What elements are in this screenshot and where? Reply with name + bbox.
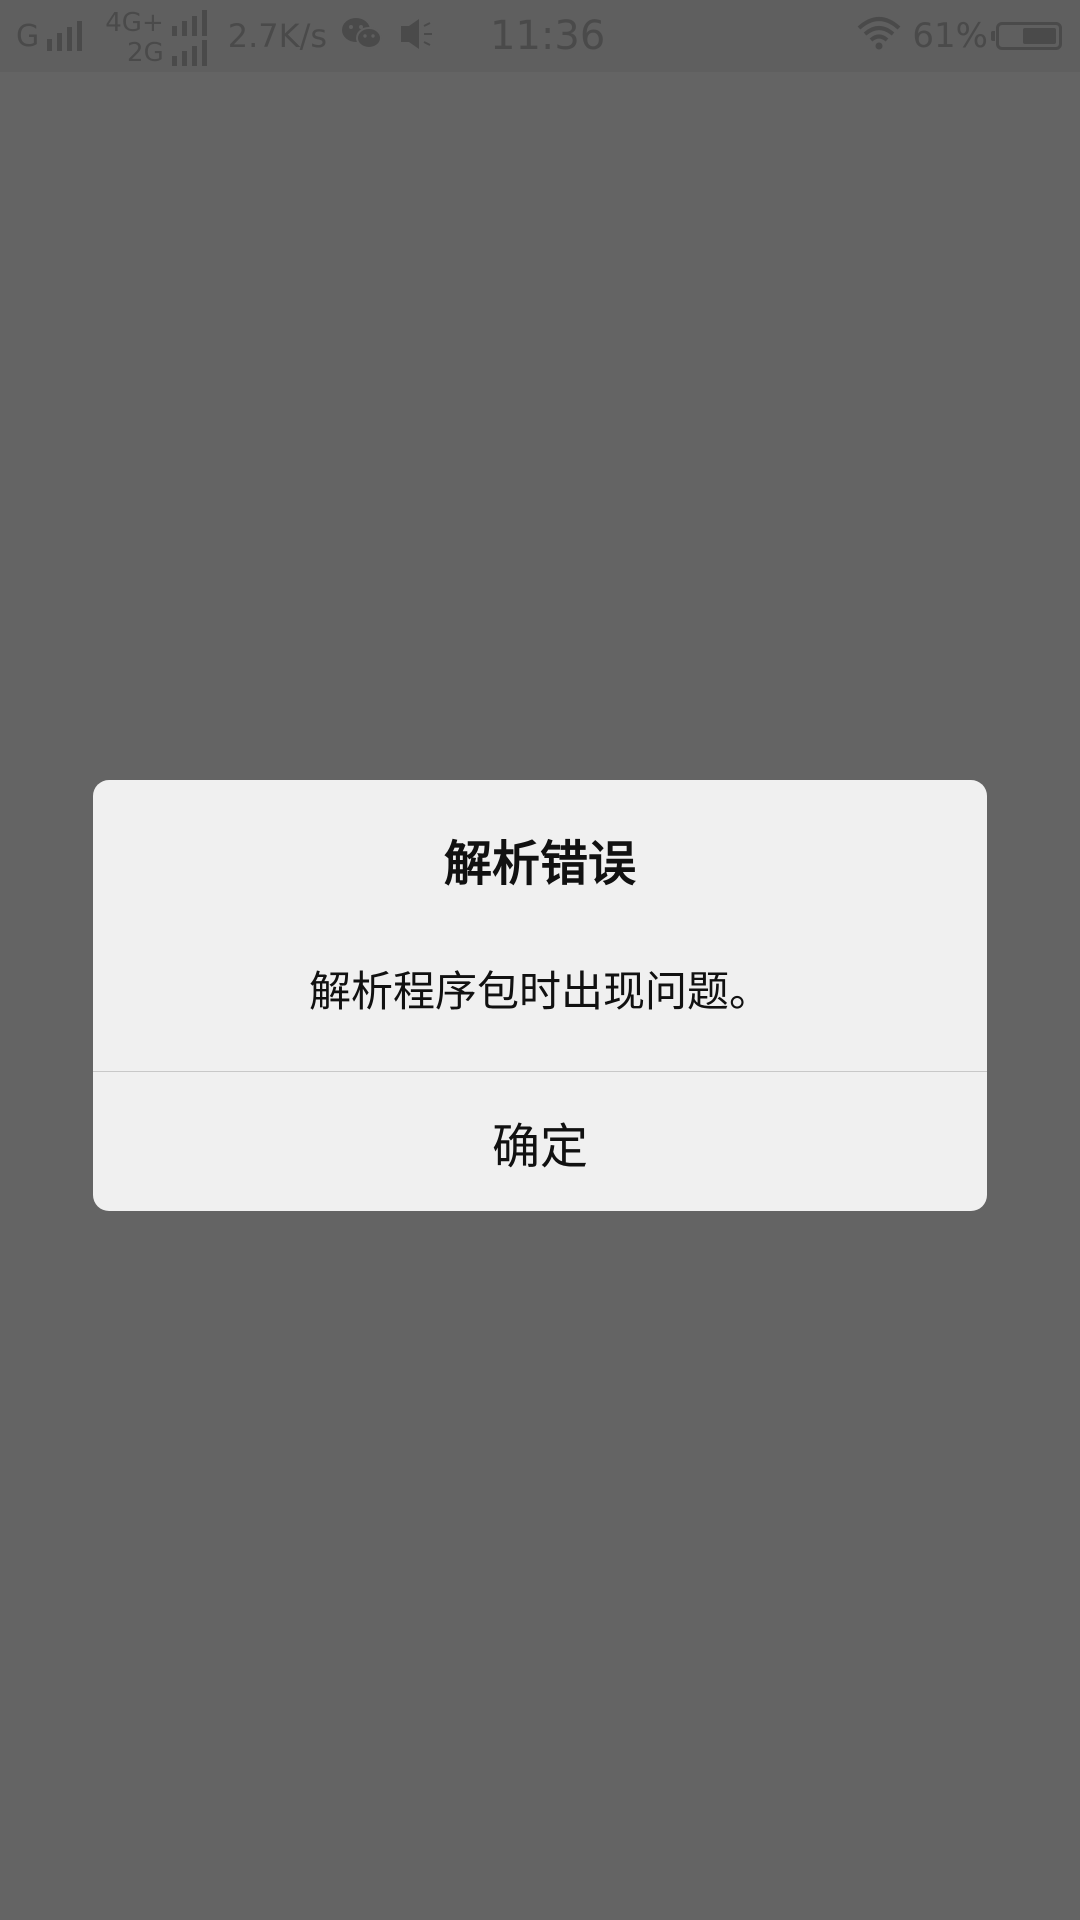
network-type-top: 4G+ — [105, 8, 164, 38]
network-speed: 2.7K/s — [227, 17, 328, 55]
dialog-message: 解析程序包时出现问题。 — [308, 967, 771, 1016]
status-right: 61% — [856, 0, 1062, 72]
signal-icon — [47, 21, 87, 51]
signal-icon — [171, 10, 212, 36]
battery-icon — [991, 22, 1062, 50]
status-left: G 4G+ 2G 2.7K/s — [16, 0, 451, 72]
confirm-button[interactable]: 确定 — [93, 1072, 987, 1211]
wechat-icon — [341, 16, 383, 56]
carrier-label: G — [16, 18, 40, 54]
network-indicator: 4G+ 2G — [105, 6, 211, 66]
status-clock: 11:36 — [490, 13, 606, 59]
battery-level — [1023, 28, 1056, 44]
network-type-bottom: 2G — [127, 38, 164, 68]
status-bar: G 4G+ 2G 2.7K/s 11:36 61% — [0, 0, 1080, 72]
dialog-title: 解析错误 — [443, 836, 636, 892]
battery-percentage: 61% — [912, 16, 988, 56]
signal-icon — [171, 40, 212, 66]
wifi-icon — [856, 16, 902, 56]
error-dialog: 解析错误 解析程序包时出现问题。 确定 — [93, 780, 987, 1211]
vibrate-icon — [397, 16, 437, 56]
